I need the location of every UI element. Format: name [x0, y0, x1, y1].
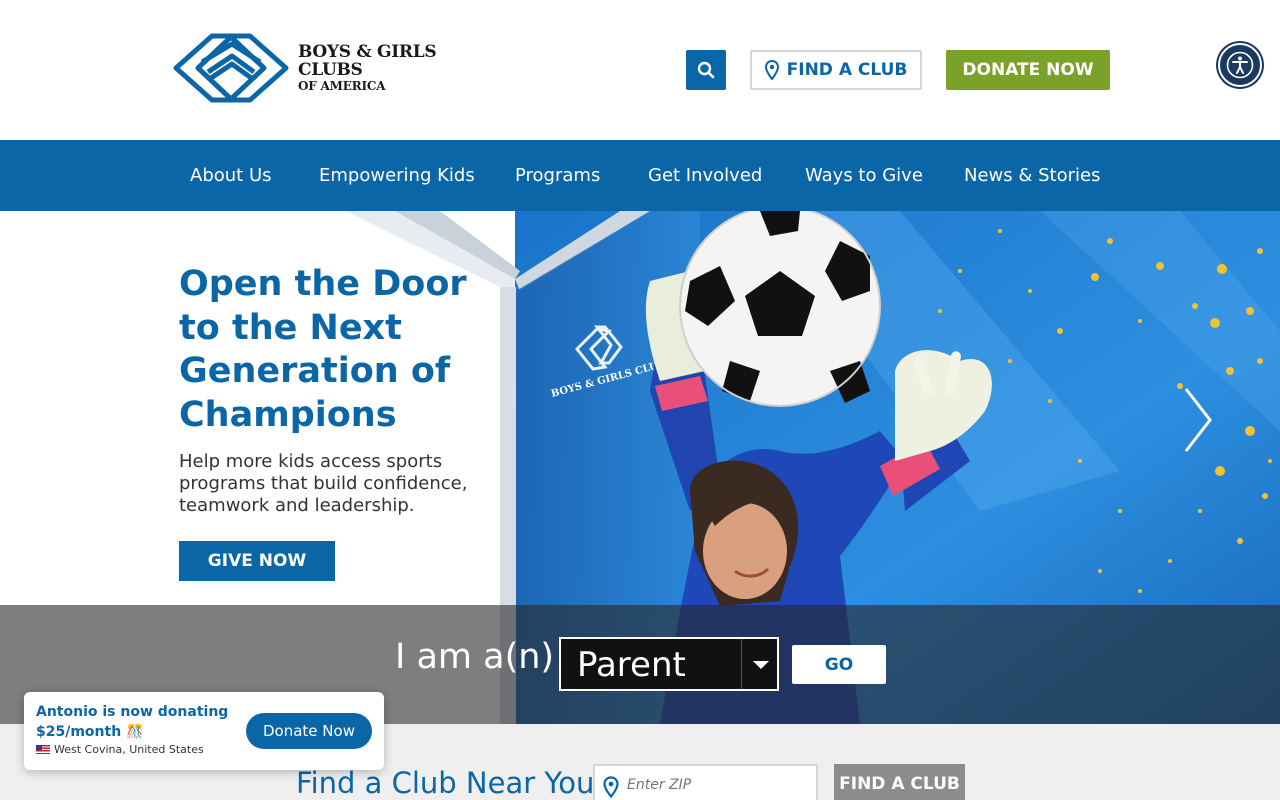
- search-icon: [697, 61, 715, 79]
- give-now-button[interactable]: GIVE NOW: [179, 541, 335, 581]
- bgca-logo[interactable]: BOYS & GIRLS CLUBS OF AMERICA: [172, 32, 502, 104]
- zip-field[interactable]: [593, 764, 818, 800]
- us-flag-icon: [36, 745, 50, 754]
- carousel-next-arrow-icon[interactable]: [1178, 383, 1218, 457]
- donation-notification: Antonio is now donating $25/month 🎊 West…: [24, 692, 384, 770]
- logo-line-1: BOYS & GIRLS CLUBS: [298, 41, 437, 80]
- notification-message: Antonio is now donating $25/month 🎊: [36, 704, 229, 740]
- main-navigation: About Us Empowering Kids Programs Get In…: [0, 140, 1280, 211]
- accessibility-button[interactable]: [1218, 43, 1262, 87]
- nav-item-programs[interactable]: Programs: [515, 140, 600, 211]
- search-button[interactable]: [686, 50, 726, 90]
- zip-input[interactable]: [627, 772, 812, 798]
- nav-item-empowering-kids[interactable]: Empowering Kids: [319, 140, 475, 211]
- bgca-logo-icon: [173, 33, 289, 103]
- dropdown-divider: [741, 639, 742, 689]
- find-a-club-submit-button[interactable]: FIND A CLUB: [834, 764, 965, 800]
- persona-label: I am a(n): [395, 637, 555, 677]
- donate-now-button[interactable]: DONATE NOW: [946, 50, 1110, 90]
- chevron-down-icon: [753, 661, 769, 669]
- notification-donate-label: Donate Now: [263, 722, 355, 740]
- notification-location-text: West Covina, United States: [54, 743, 204, 756]
- nav-item-get-involved[interactable]: Get Involved: [648, 140, 762, 211]
- site-header: BOYS & GIRLS CLUBS OF AMERICA FIND A CLU…: [0, 0, 1280, 140]
- logo-line-2: OF AMERICA: [298, 78, 386, 93]
- find-club-title: Find a Club Near You: [296, 766, 595, 800]
- find-a-club-button[interactable]: FIND A CLUB: [750, 50, 922, 90]
- go-button[interactable]: GO: [792, 645, 886, 684]
- nav-item-news-stories[interactable]: News & Stories: [964, 140, 1100, 211]
- hero-banner: BOYS & GIRLS CLUBS Open the Door to the …: [0, 211, 1280, 724]
- go-label: GO: [824, 654, 854, 675]
- notification-donate-button[interactable]: Donate Now: [246, 713, 372, 749]
- donate-now-label: DONATE NOW: [962, 60, 1094, 80]
- find-a-club-label: FIND A CLUB: [786, 60, 908, 80]
- logo-wordmark: BOYS & GIRLS CLUBS OF AMERICA: [298, 41, 502, 93]
- nav-item-about-us[interactable]: About Us: [190, 140, 272, 211]
- persona-dropdown[interactable]: Parent: [559, 637, 779, 691]
- accessibility-icon: [1226, 51, 1254, 79]
- notification-location: West Covina, United States: [36, 743, 204, 756]
- nav-item-ways-to-give[interactable]: Ways to Give: [805, 140, 923, 211]
- map-pin-icon: [603, 776, 619, 798]
- persona-selected-value: Parent: [577, 645, 686, 685]
- hero-subtitle: Help more kids access sports programs th…: [179, 451, 468, 516]
- hero-title: Open the Door to the Next Generation of …: [179, 264, 467, 435]
- map-pin-icon: [764, 60, 779, 80]
- find-a-club-submit-label: FIND A CLUB: [839, 774, 960, 794]
- give-now-label: GIVE NOW: [207, 551, 307, 571]
